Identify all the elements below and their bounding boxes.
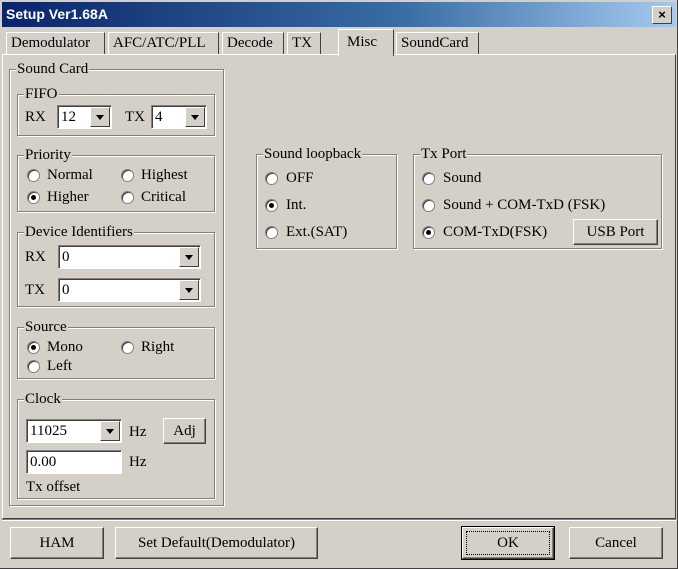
chevron-down-icon[interactable] — [100, 421, 120, 441]
chevron-down-icon[interactable] — [179, 247, 199, 267]
loopback-int-label[interactable]: Int. — [286, 196, 306, 214]
source-left-radio[interactable] — [27, 360, 40, 373]
tx-port-sound-label[interactable]: Sound — [443, 169, 481, 187]
chevron-down-icon[interactable] — [179, 280, 199, 300]
priority-critical-label[interactable]: Critical — [141, 188, 186, 206]
chevron-down-icon[interactable] — [90, 107, 110, 127]
clock-title: Clock — [24, 391, 62, 407]
device-rx-value: 0 — [62, 249, 70, 265]
ham-button[interactable]: HAM — [10, 527, 104, 559]
adj-button[interactable]: Adj — [163, 418, 206, 444]
ok-button[interactable]: OK — [461, 526, 555, 560]
loopback-ext-label[interactable]: Ext.(SAT) — [286, 223, 347, 241]
usb-port-button[interactable]: USB Port — [573, 219, 658, 245]
tx-port-sound-com-label[interactable]: Sound + COM-TxD (FSK) — [443, 196, 605, 214]
fifo-rx-label: RX — [25, 109, 46, 125]
fifo-title: FIFO — [24, 86, 59, 102]
priority-title: Priority — [24, 147, 72, 163]
priority-normal-label[interactable]: Normal — [47, 166, 93, 184]
close-icon[interactable]: × — [652, 6, 672, 24]
fifo-rx-value: 12 — [61, 109, 76, 125]
device-tx-label: TX — [25, 282, 45, 298]
loopback-off-radio[interactable] — [265, 172, 278, 185]
source-title: Source — [24, 319, 68, 335]
priority-higher-radio[interactable] — [27, 191, 40, 204]
device-rx-select[interactable]: 0 — [58, 245, 201, 269]
sound-card-title: Sound Card — [16, 61, 90, 77]
loopback-ext-radio[interactable] — [265, 226, 278, 239]
tab-decode[interactable]: Decode — [222, 32, 284, 54]
tx-offset-input[interactable] — [26, 450, 122, 474]
device-tx-select[interactable]: 0 — [58, 278, 201, 302]
sound-loopback-title: Sound loopback — [263, 146, 363, 162]
source-mono-label[interactable]: Mono — [47, 338, 83, 356]
clock-rate-unit: Hz — [129, 424, 147, 440]
tab-misc[interactable]: Misc — [338, 29, 394, 56]
loopback-off-label[interactable]: OFF — [286, 169, 314, 187]
source-right-label[interactable]: Right — [141, 338, 174, 356]
priority-highest-label[interactable]: Highest — [141, 166, 188, 184]
tab-afc-atc-pll[interactable]: AFC/ATC/PLL — [108, 32, 219, 54]
tx-port-com-txd-label[interactable]: COM-TxD(FSK) — [443, 223, 547, 241]
set-default-button[interactable]: Set Default(Demodulator) — [115, 527, 318, 559]
source-right-radio[interactable] — [121, 341, 134, 354]
tx-port-com-txd-radio[interactable] — [422, 226, 435, 239]
setup-dialog: Setup Ver1.68A × Demodulator AFC/ATC/PLL… — [0, 0, 678, 569]
priority-critical-radio[interactable] — [121, 191, 134, 204]
loopback-int-radio[interactable] — [265, 199, 278, 212]
clock-rate-value: 11025 — [30, 423, 67, 439]
tab-demodulator[interactable]: Demodulator — [6, 32, 105, 54]
fifo-rx-select[interactable]: 12 — [57, 105, 112, 129]
fifo-tx-select[interactable]: 4 — [151, 105, 207, 129]
device-identifiers-title: Device Identifiers — [24, 224, 134, 240]
clock-rate-select[interactable]: 11025 — [26, 419, 122, 443]
tx-port-sound-com-radio[interactable] — [422, 199, 435, 212]
source-mono-radio[interactable] — [27, 341, 40, 354]
priority-normal-radio[interactable] — [27, 169, 40, 182]
tx-port-sound-radio[interactable] — [422, 172, 435, 185]
tx-port-title: Tx Port — [420, 146, 468, 162]
window-title: Setup Ver1.68A — [6, 6, 108, 22]
priority-highest-radio[interactable] — [121, 169, 134, 182]
tx-offset-label: Tx offset — [26, 479, 81, 495]
chevron-down-icon[interactable] — [185, 107, 205, 127]
fifo-tx-label: TX — [125, 109, 145, 125]
tx-offset-unit: Hz — [129, 454, 147, 470]
tab-soundcard[interactable]: SoundCard — [396, 32, 479, 54]
title-bar[interactable]: Setup Ver1.68A — [2, 2, 676, 27]
source-left-label[interactable]: Left — [47, 357, 72, 375]
tab-tx[interactable]: TX — [287, 32, 321, 54]
device-rx-label: RX — [25, 249, 46, 265]
fifo-tx-value: 4 — [155, 109, 163, 125]
device-tx-value: 0 — [62, 282, 70, 298]
priority-higher-label[interactable]: Higher — [47, 188, 89, 206]
footer-separator — [2, 519, 676, 521]
cancel-button[interactable]: Cancel — [569, 527, 663, 559]
